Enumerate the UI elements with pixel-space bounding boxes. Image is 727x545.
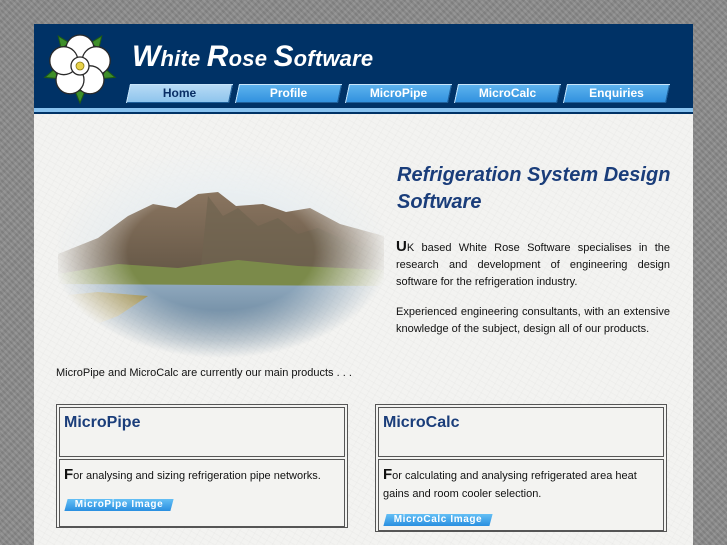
site-header: White Rose Software Home Profile MicroPi…: [34, 24, 693, 108]
page: White Rose Software Home Profile MicroPi…: [34, 24, 693, 545]
card-description: For analysing and sizing refrigeration p…: [64, 466, 340, 485]
card-text: or calculating and analysing refrigerate…: [383, 470, 637, 500]
products-intro: MicroPipe and MicroCalc are currently ou…: [56, 367, 352, 379]
nav-profile[interactable]: Profile: [234, 84, 343, 103]
nav-enquiries[interactable]: Enquiries: [562, 84, 671, 103]
title-initial-s: S: [273, 40, 294, 73]
about-paragraph: UK based White Rose Software specialises…: [396, 238, 670, 291]
site-title: White Rose Software: [132, 40, 373, 74]
microcalc-image-label: MicroCalc Image: [393, 514, 483, 525]
title-part-ose: ose: [228, 46, 274, 71]
nav-profile-label: Profile: [269, 86, 308, 100]
title-part-hite: hite: [160, 46, 207, 71]
nav-home[interactable]: Home: [125, 84, 234, 103]
title-part-oftware: oftware: [293, 46, 374, 71]
about-drop-cap: U: [396, 238, 407, 255]
title-initial-r: R: [206, 40, 229, 73]
page-headline: Refrigeration System Design Software: [397, 164, 671, 213]
header-divider-dark: [34, 112, 693, 114]
card-title: MicroPipe: [64, 414, 141, 431]
nav-micropipe[interactable]: MicroPipe: [344, 84, 453, 103]
nav-enquiries-label: Enquiries: [589, 86, 644, 100]
card-body: For calculating and analysing refrigerat…: [378, 459, 664, 531]
nav-microcalc[interactable]: MicroCalc: [453, 84, 562, 103]
consultants-paragraph: Experienced engineering consultants, wit…: [396, 306, 670, 335]
product-card-micropipe: MicroPipe For analysing and sizing refri…: [56, 404, 348, 528]
card-text: or analysing and sizing refrigeration pi…: [73, 470, 321, 482]
nav-home-label: Home: [162, 86, 197, 100]
microcalc-image-link[interactable]: MicroCalc Image: [383, 514, 493, 526]
nav-microcalc-label: MicroCalc: [478, 86, 537, 100]
title-initial-w: W: [132, 40, 161, 73]
card-header: MicroCalc: [378, 407, 664, 457]
landscape-photo: [58, 146, 384, 358]
card-header: MicroPipe: [59, 407, 345, 457]
micropipe-image-link[interactable]: MicroPipe Image: [64, 499, 174, 511]
micropipe-image-label: MicroPipe Image: [74, 499, 164, 510]
main-nav: Home Profile MicroPipe MicroCalc Enquiri…: [34, 84, 693, 103]
about-text: K based White Rose Software specialises …: [396, 242, 670, 288]
nav-micropipe-label: MicroPipe: [369, 86, 428, 100]
card-body: For analysing and sizing refrigeration p…: [59, 459, 345, 527]
product-card-microcalc: MicroCalc For calculating and analysing …: [375, 404, 667, 532]
card-title: MicroCalc: [383, 414, 460, 431]
card-drop-cap: F: [64, 466, 74, 483]
card-description: For calculating and analysing refrigerat…: [383, 466, 659, 503]
card-drop-cap: F: [383, 466, 393, 483]
